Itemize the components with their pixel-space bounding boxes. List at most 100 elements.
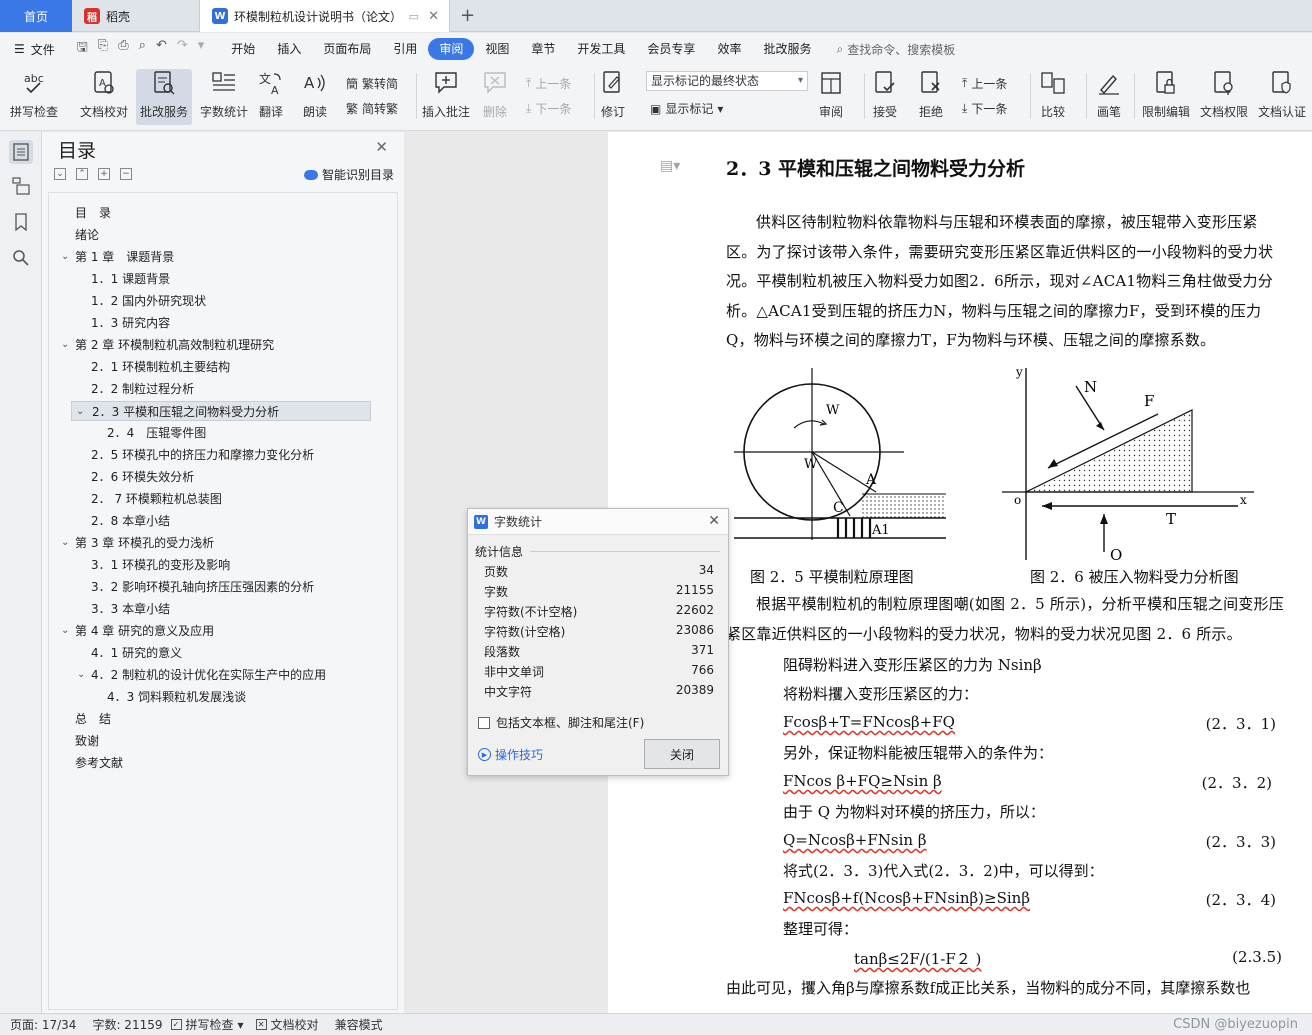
tips-link[interactable]: ▶ 操作技巧 — [478, 746, 543, 763]
menu-tab[interactable]: 审阅 — [428, 38, 475, 60]
toc-item[interactable]: ⌄ 4．2 制粒机的设计优化在实际生产中的应用 — [77, 665, 326, 685]
spellcheck-status[interactable]: ✓ 拼写检查 ▾ — [170, 1016, 244, 1033]
chevron-down-icon[interactable]: ⌄ — [76, 402, 84, 422]
toc-item[interactable]: 目 录 — [75, 203, 111, 223]
print-preview-icon[interactable]: ⌕ — [139, 38, 146, 60]
review-pane-button[interactable]: 审阅 — [818, 69, 844, 120]
bookmark-icon[interactable] — [9, 210, 33, 234]
menu-tab[interactable]: 效率 — [706, 38, 752, 60]
translate-button[interactable]: 文A 翻译 — [258, 69, 284, 120]
include-textbox-checkbox[interactable]: 包括文本框、脚注和尾注(F) — [478, 714, 644, 731]
toc-item[interactable]: ⌄ 2．3 平模和压辊之间物料受力分析 — [71, 401, 371, 421]
toc-item[interactable]: 致谢 — [75, 731, 99, 751]
toc-panel-icon[interactable] — [9, 140, 33, 164]
chevron-down-icon[interactable]: ⌄ — [61, 335, 69, 355]
toc-item[interactable]: ⌄ 第 2 章 环模制粒机高效制粒机理研究 — [61, 335, 274, 355]
toc-item[interactable]: 1．3 研究内容 — [91, 313, 170, 333]
tab-close-icon[interactable]: ✕ — [428, 9, 439, 24]
menu-tab[interactable]: 引用 — [382, 38, 428, 60]
toc-item[interactable]: 2．1 环模制粒机主要结构 — [91, 357, 230, 377]
toc-item[interactable]: 2．8 本章小结 — [91, 511, 170, 531]
page-indicator[interactable]: 页面: 17/34 — [10, 1016, 76, 1033]
chevron-down-icon[interactable]: ⌄ — [61, 533, 69, 553]
save-icon[interactable]: 🖫 — [77, 38, 88, 60]
menu-tab[interactable]: 章节 — [520, 38, 566, 60]
word-count-indicator[interactable]: 字数: 21159 — [92, 1016, 162, 1033]
menu-tab[interactable]: 批改服务 — [752, 38, 822, 60]
smart-toc-button[interactable]: 智能识别目录 — [303, 166, 394, 183]
tab-docer[interactable]: 稻 稻壳 — [72, 0, 200, 32]
search-icon[interactable] — [9, 246, 33, 270]
expand-all-icon[interactable]: ⌃ — [76, 168, 88, 180]
delete-comment-button[interactable]: 删除 — [482, 69, 508, 120]
chevron-down-icon[interactable]: ⌄ — [77, 665, 85, 685]
pen-button[interactable]: 画笔 — [1096, 69, 1122, 120]
export-icon[interactable]: ⎘ — [98, 38, 108, 60]
dialog-titlebar[interactable]: W 字数统计 — [468, 509, 728, 535]
show-markup-button[interactable]: ▣ 显示标记 ▾ — [650, 100, 723, 117]
redo-icon[interactable]: ↷ — [177, 38, 188, 60]
doc-permission-button[interactable]: 文档权限 — [1200, 69, 1248, 120]
undo-icon[interactable]: ↶ — [156, 38, 167, 60]
markup-state-select[interactable]: 显示标记的最终状态 — [646, 71, 808, 91]
chevron-down-icon[interactable]: ⌄ — [61, 247, 69, 267]
insert-comment-button[interactable]: 插入批注 — [422, 69, 470, 120]
restrict-edit-button[interactable]: 限制编辑 — [1142, 69, 1190, 120]
menu-tab[interactable]: 开始 — [220, 38, 266, 60]
new-tab-button[interactable]: + — [460, 5, 475, 26]
word-count-button[interactable]: 字数统计 — [200, 69, 248, 120]
correction-service-button[interactable]: 批改服务 — [136, 69, 193, 125]
close-button[interactable]: 关闭 — [644, 739, 720, 769]
toc-item[interactable]: 1．1 课题背景 — [91, 269, 170, 289]
compare-button[interactable]: 比较 — [1040, 69, 1066, 120]
menu-tab[interactable]: 插入 — [266, 38, 312, 60]
tab-home[interactable]: 首页 — [0, 0, 72, 32]
toc-item[interactable]: 3．3 本章小结 — [91, 599, 170, 619]
more-icon[interactable]: ▾ — [198, 38, 205, 60]
menu-tab[interactable]: 页面布局 — [312, 38, 382, 60]
toc-item[interactable]: 总 结 — [75, 709, 111, 729]
chevron-down-icon[interactable]: ⌄ — [61, 621, 69, 641]
toc-item[interactable]: 2．4 压辊零件图 — [107, 423, 206, 443]
toc-item[interactable]: 1．2 国内外研究现状 — [91, 291, 206, 311]
doc-certify-button[interactable]: 文档认证 — [1258, 69, 1306, 120]
command-search[interactable]: ⌕ 查找命令、搜索模板 — [836, 41, 955, 58]
toc-item[interactable]: 2． 7 环模颗粒机总装图 — [91, 489, 222, 509]
toc-item[interactable]: 3．2 影响环模孔轴向挤压压强因素的分析 — [91, 577, 314, 597]
toc-item[interactable]: ⌄ 第 3 章 环模孔的受力浅析 — [61, 533, 214, 553]
toc-item[interactable]: 2．6 环模失效分析 — [91, 467, 194, 487]
toc-item[interactable]: 2．2 制粒过程分析 — [91, 379, 194, 399]
navigation-icon[interactable] — [9, 174, 33, 198]
prev-comment-button[interactable]: ⤒ 上一条 — [526, 75, 571, 92]
print-icon[interactable]: ⎙ — [118, 38, 128, 60]
toc-item[interactable]: 3．1 环模孔的变形及影响 — [91, 555, 230, 575]
menu-tab[interactable]: 会员专享 — [636, 38, 706, 60]
menu-tab[interactable]: 视图 — [474, 38, 520, 60]
accept-button[interactable]: 接受 — [872, 69, 898, 120]
doc-proofread-button[interactable]: A 文档校对 — [80, 69, 128, 120]
simplified-to-traditional-button[interactable]: 繁简转繁 — [346, 100, 398, 117]
toc-item[interactable]: 参考文献 — [75, 753, 123, 773]
paragraph-menu-icon[interactable]: ▤▾ — [660, 158, 680, 174]
collapse-all-icon[interactable]: ⌄ — [54, 168, 66, 180]
prev-change-button[interactable]: ⤒ 上一条 — [962, 75, 1007, 92]
next-change-button[interactable]: ⤓ 下一条 — [962, 100, 1007, 117]
reject-button[interactable]: 拒绝 — [918, 69, 944, 120]
toc-item[interactable]: 2．5 环模孔中的挤压力和摩擦力变化分析 — [91, 445, 314, 465]
next-comment-button[interactable]: ⤓ 下一条 — [526, 100, 571, 117]
checkbox-box[interactable] — [478, 716, 490, 729]
remove-heading-icon[interactable]: − — [120, 168, 132, 180]
tab-document[interactable]: W 环模制粒机设计说明书（论文） ▭ ✕ — [200, 0, 450, 32]
dialog-close-icon[interactable]: ✕ — [708, 513, 720, 529]
toc-item[interactable]: 绪论 — [75, 225, 99, 245]
menu-tab[interactable]: 开发工具 — [566, 38, 636, 60]
proofread-status[interactable]: ✕ 文档校对 — [255, 1016, 319, 1033]
close-icon[interactable]: ✕ — [375, 138, 388, 156]
tab-monitor-icon[interactable]: ▭ — [409, 10, 419, 23]
read-aloud-button[interactable]: A 朗读 — [302, 69, 328, 120]
toc-item[interactable]: 4．3 饲料颗粒机发展浅谈 — [107, 687, 246, 707]
toc-item[interactable]: 4．1 研究的意义 — [91, 643, 182, 663]
spellcheck-button[interactable]: abc 拼写检查 — [10, 69, 58, 120]
track-changes-button[interactable]: 修订 — [600, 69, 626, 120]
toc-item[interactable]: ⌄ 第 4 章 研究的意义及应用 — [61, 621, 214, 641]
